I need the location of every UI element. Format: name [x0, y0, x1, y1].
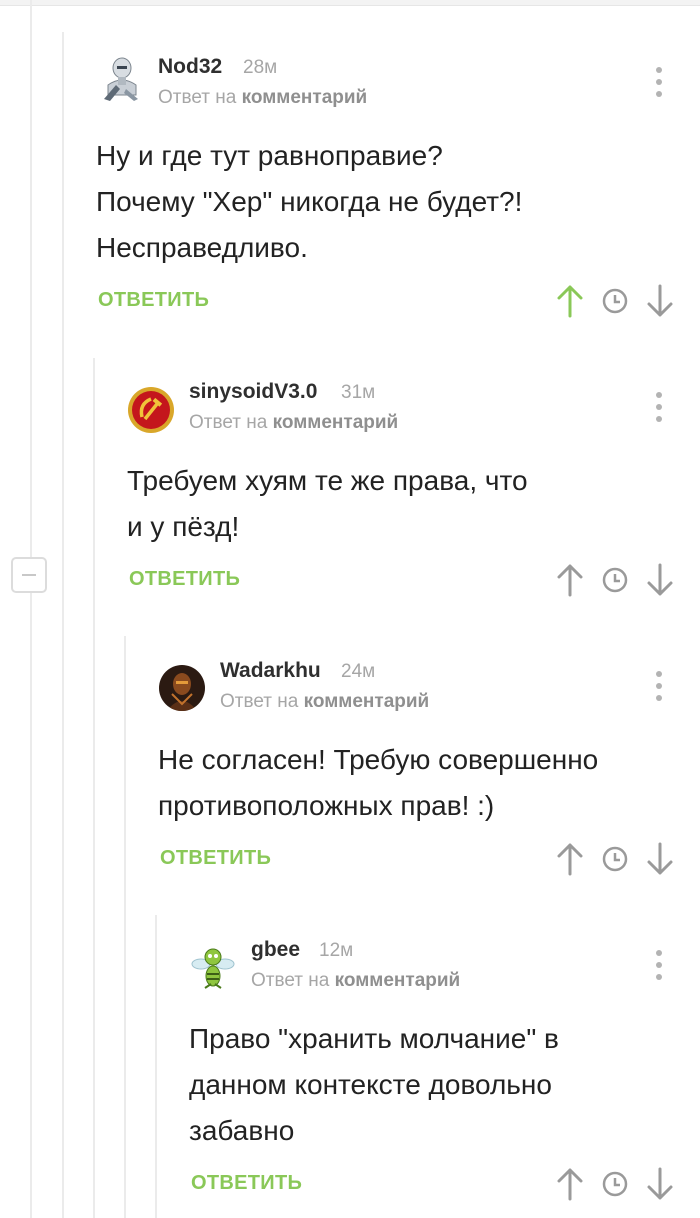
- reply-target-link[interactable]: комментарий: [335, 970, 461, 991]
- top-divider: [0, 0, 700, 6]
- comment-time: 31м: [341, 382, 376, 403]
- comment-text: Требуем хуям те же права, что и у пёзд!: [127, 465, 528, 542]
- reply-context: Ответ на комментарий: [158, 87, 367, 109]
- reply-prefix: Ответ на: [158, 87, 237, 108]
- clock-icon[interactable]: [601, 566, 629, 594]
- hammer-sickle-emblem-icon[interactable]: [127, 386, 175, 434]
- upvote-icon[interactable]: [556, 563, 584, 597]
- username[interactable]: Nod32: [158, 55, 222, 79]
- comment: Wadarkhu 24м Ответ на комментарий Не сог…: [158, 659, 686, 889]
- reply-prefix: Ответ на: [220, 691, 299, 712]
- comment: Nod32 28м Ответ на комментарий Ну и где …: [96, 55, 686, 330]
- reply-button[interactable]: ОТВЕТИТЬ: [191, 1172, 302, 1195]
- downvote-icon[interactable]: [646, 563, 674, 597]
- collapse-thread-button[interactable]: [11, 557, 47, 593]
- downvote-icon[interactable]: [646, 842, 674, 876]
- comment: sinysoidV3.0 31м Ответ на комментарий Тр…: [127, 380, 686, 610]
- reply-context: Ответ на комментарий: [251, 970, 460, 992]
- upvote-icon[interactable]: [556, 1167, 584, 1201]
- reply-button[interactable]: ОТВЕТИТЬ: [129, 568, 240, 591]
- comment-text: Ну и где тут равноправие? Почему "Хер" н…: [96, 140, 523, 263]
- reply-context: Ответ на комментарий: [220, 691, 429, 713]
- reply-prefix: Ответ на: [189, 412, 268, 433]
- downvote-icon[interactable]: [646, 284, 674, 318]
- comment-time: 28м: [243, 57, 278, 78]
- thread-line: [124, 636, 126, 1218]
- more-options-icon[interactable]: [649, 65, 669, 101]
- reply-target-link[interactable]: комментарий: [304, 691, 430, 712]
- more-options-icon[interactable]: [649, 669, 669, 705]
- upvote-icon[interactable]: [556, 284, 584, 318]
- reply-button[interactable]: ОТВЕТИТЬ: [98, 289, 209, 312]
- reply-button[interactable]: ОТВЕТИТЬ: [160, 847, 271, 870]
- downvote-icon[interactable]: [646, 1167, 674, 1201]
- clock-icon[interactable]: [601, 1170, 629, 1198]
- comment-time: 12м: [319, 940, 354, 961]
- more-options-icon[interactable]: [649, 948, 669, 984]
- upvote-icon[interactable]: [556, 842, 584, 876]
- clock-icon[interactable]: [601, 287, 629, 315]
- green-bee-avatar-icon[interactable]: [189, 944, 237, 992]
- reply-target-link[interactable]: комментарий: [273, 412, 399, 433]
- more-options-icon[interactable]: [649, 390, 669, 426]
- comment-time: 24м: [341, 661, 376, 682]
- clock-icon[interactable]: [601, 845, 629, 873]
- reply-prefix: Ответ на: [251, 970, 330, 991]
- comment-text: Не согласен! Требую совершенно противопо…: [158, 744, 599, 821]
- username[interactable]: gbee: [251, 938, 300, 962]
- thread-line: [155, 915, 157, 1218]
- thread-line: [93, 358, 95, 1218]
- dark-warrior-avatar-icon[interactable]: [158, 664, 206, 712]
- robot-avatar-icon[interactable]: [96, 55, 144, 103]
- comment-text: Право "хранить молчание" в данном контек…: [189, 1023, 559, 1146]
- comment: gbee 12м Ответ на комментарий Право "хра…: [189, 938, 686, 1208]
- username[interactable]: sinysoidV3.0: [189, 380, 317, 404]
- thread-line: [30, 0, 32, 1218]
- username[interactable]: Wadarkhu: [220, 659, 321, 683]
- thread-line: [62, 32, 64, 1218]
- reply-context: Ответ на комментарий: [189, 412, 398, 434]
- reply-target-link[interactable]: комментарий: [242, 87, 368, 108]
